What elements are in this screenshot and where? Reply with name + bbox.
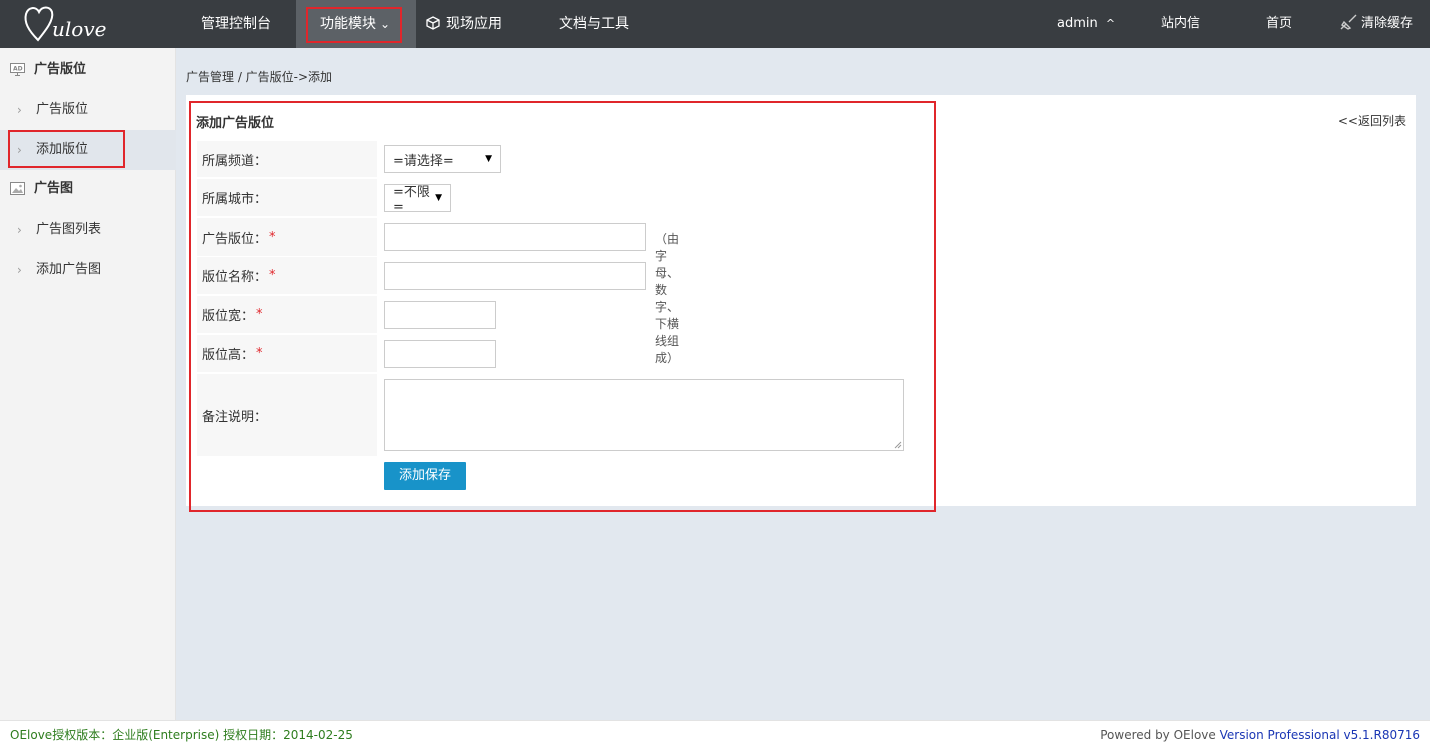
top-navbar: ulove 管理控制台 功能模块 ⌄ 现场应用 文档与工具 admin ^ 站内信… xyxy=(0,0,1430,48)
home-link[interactable]: 首页 xyxy=(1266,0,1292,48)
sidebar-item-label: 广告版位 xyxy=(36,102,89,117)
oelove-logo[interactable]: ulove xyxy=(22,2,122,46)
powered-by: Powered by OElove Version Professional v… xyxy=(1100,721,1420,749)
svg-text:AD: AD xyxy=(13,66,23,73)
sidebar-item-ad-positions[interactable]: › 广告版位 xyxy=(0,90,176,130)
svg-text:ulove: ulove xyxy=(52,17,106,41)
breadcrumb: 广告管理 / 广告版位->添加 xyxy=(186,70,333,84)
nav-live-apps[interactable]: 现场应用 xyxy=(426,0,502,48)
nav-docs-tools[interactable]: 文档与工具 xyxy=(559,0,629,48)
ad-icon: AD xyxy=(10,63,25,76)
footer: OElove授权版本：企业版(Enterprise) 授权日期：2014-02-… xyxy=(0,720,1430,750)
sidebar-add-position-highlight xyxy=(8,130,125,168)
clear-cache-link[interactable]: 清除缓存 xyxy=(1340,0,1413,48)
clear-cache-label: 清除缓存 xyxy=(1361,16,1414,31)
nav-docs-tools-label: 文档与工具 xyxy=(559,16,629,32)
home-label: 首页 xyxy=(1266,16,1293,31)
back-to-list-link[interactable]: <<返回列表 xyxy=(1338,112,1406,129)
form-highlight xyxy=(189,101,936,512)
messages-label: 站内信 xyxy=(1161,16,1201,31)
sidebar-item-label: 广告图列表 xyxy=(36,222,102,237)
nav-dashboard[interactable]: 管理控制台 xyxy=(201,0,271,48)
sidebar-group-title: 广告版位 xyxy=(34,62,87,77)
cube-icon xyxy=(426,16,440,30)
messages-link[interactable]: 站内信 xyxy=(1161,0,1200,48)
nav-live-apps-label: 现场应用 xyxy=(446,16,502,32)
sidebar-group-ad-position: AD 广告版位 xyxy=(0,50,176,90)
nav-dashboard-label: 管理控制台 xyxy=(201,16,271,32)
license-info: OElove授权版本：企业版(Enterprise) 授权日期：2014-02-… xyxy=(10,728,353,742)
chevron-right-icon: › xyxy=(17,223,22,237)
caret-up-icon: ^ xyxy=(1105,17,1116,30)
user-name: admin xyxy=(1057,16,1098,31)
sidebar-item-add-ad-image[interactable]: › 添加广告图 xyxy=(0,250,176,290)
form-panel: 添加广告版位 <<返回列表 所属频道： =请选择= ▼ 所属城市： =不限= ▼… xyxy=(186,95,1416,512)
chevron-right-icon: › xyxy=(17,263,22,277)
sidebar-item-label: 添加广告图 xyxy=(36,262,102,277)
chevron-right-icon: › xyxy=(17,103,22,117)
nav-modules-highlight xyxy=(306,7,402,43)
version-link[interactable]: Version Professional v5.1.R80716 xyxy=(1220,728,1420,742)
sidebar-group-ad-images: 广告图 xyxy=(0,169,176,209)
image-icon xyxy=(10,182,25,195)
user-menu[interactable]: admin ^ xyxy=(1057,0,1115,48)
powered-by-prefix: Powered by OElove xyxy=(1100,728,1220,742)
sidebar-item-ad-image-list[interactable]: › 广告图列表 xyxy=(0,210,176,250)
sidebar-group-title: 广告图 xyxy=(34,181,74,196)
logo-heart-icon: ulove xyxy=(24,6,106,42)
broom-icon xyxy=(1340,14,1357,30)
